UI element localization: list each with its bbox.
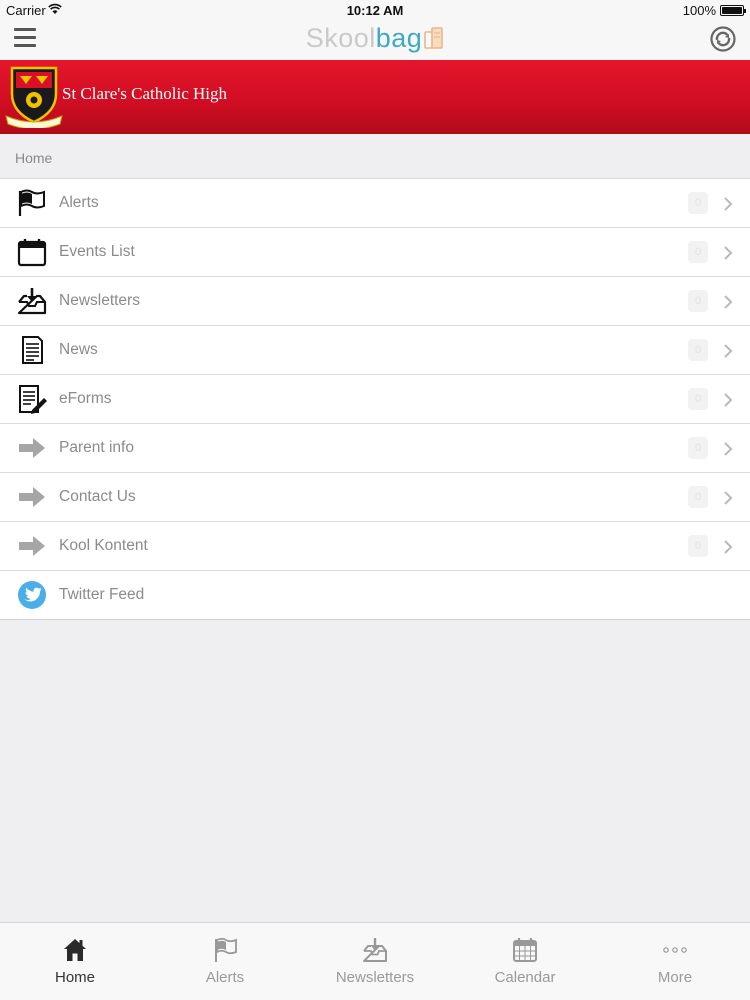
count-badge: 0 [688, 290, 708, 312]
more-dots-icon [663, 947, 687, 953]
count-badge: 0 [688, 388, 708, 410]
menu-item-label: Twitter Feed [59, 586, 145, 603]
clock: 10:12 AM [346, 3, 404, 18]
breadcrumb-home: Home [15, 150, 53, 166]
tab-label: Newsletters [335, 969, 415, 986]
books-logo-icon [424, 27, 444, 49]
count-badge: 0 [688, 192, 708, 214]
inbox-download-icon [17, 288, 47, 315]
chevron-right-icon [724, 197, 733, 211]
logo-text-skool: Skool [305, 23, 376, 53]
tab-more[interactable]: More [600, 923, 750, 1000]
flag-icon [18, 189, 45, 216]
count-badge: 0 [688, 241, 708, 263]
chevron-right-icon [724, 393, 733, 407]
arrow-right-icon [19, 487, 45, 507]
count-badge: 0 [688, 535, 708, 557]
school-banner: St Clare's Catholic High [0, 60, 750, 134]
menu-item-alerts[interactable]: Alerts 0 [0, 179, 750, 228]
calendar-grid-icon [513, 938, 537, 962]
status-bar: Carrier 10:12 AM 100% [0, 0, 750, 20]
skoolbag-logo: Skoolbag [0, 23, 750, 54]
tab-label: More [657, 969, 693, 986]
menu-item-contact-us[interactable]: Contact Us 0 [0, 473, 750, 522]
menu-item-label: Parent info [59, 439, 134, 456]
menu-item-news[interactable]: News 0 [0, 326, 750, 375]
menu-item-kool-kontent[interactable]: Kool Kontent 0 [0, 522, 750, 571]
arrow-right-icon [19, 536, 45, 556]
twitter-icon [18, 581, 46, 609]
tab-label: Alerts [205, 969, 245, 986]
school-name: St Clare's Catholic High [62, 84, 228, 103]
form-pen-icon [19, 385, 47, 414]
chevron-right-icon [724, 246, 733, 260]
battery-icon [720, 5, 746, 16]
tab-bar: Home Alerts Newsletters Calendar More [0, 922, 750, 1000]
home-icon [64, 939, 86, 961]
inbox-download-icon [363, 938, 387, 962]
breadcrumb: Home [0, 134, 750, 179]
tab-label: Calendar [494, 969, 556, 986]
calendar-icon [17, 239, 47, 267]
menu-item-newsletters[interactable]: Newsletters 0 [0, 277, 750, 326]
document-icon [22, 336, 43, 364]
chevron-right-icon [724, 344, 733, 358]
chevron-right-icon [724, 491, 733, 505]
refresh-icon[interactable] [710, 26, 736, 52]
count-badge: 0 [688, 339, 708, 361]
tab-calendar[interactable]: Calendar [450, 923, 600, 1000]
menu-item-twitter-feed[interactable]: Twitter Feed [0, 571, 750, 620]
tab-home[interactable]: Home [0, 923, 150, 1000]
nav-bar: Skoolbag [0, 20, 750, 60]
count-badge: 0 [688, 437, 708, 459]
menu-item-label: Events List [59, 243, 135, 260]
flag-icon [215, 937, 237, 962]
menu-item-events-list[interactable]: Events List 0 [0, 228, 750, 277]
menu-item-label: News [59, 341, 98, 358]
menu-item-label: Newsletters [59, 292, 140, 309]
chevron-right-icon [724, 540, 733, 554]
tab-label: Home [54, 969, 95, 986]
arrow-right-icon [19, 438, 45, 458]
menu-item-eforms[interactable]: eForms 0 [0, 375, 750, 424]
menu-item-label: Kool Kontent [59, 537, 148, 554]
count-badge: 0 [688, 486, 708, 508]
logo-text-bag: bag [375, 23, 423, 53]
menu-item-parent-info[interactable]: Parent info 0 [0, 424, 750, 473]
menu-item-label: Alerts [59, 194, 99, 211]
chevron-right-icon [724, 442, 733, 456]
menu-item-label: Contact Us [59, 488, 136, 505]
battery-percentage: 100% [682, 3, 716, 18]
school-crest-icon [5, 66, 63, 128]
menu-item-label: eForms [59, 390, 112, 407]
menu-list: Alerts 0 Events List 0 Newsletters 0 New… [0, 179, 750, 620]
tab-alerts[interactable]: Alerts [150, 923, 300, 1000]
chevron-right-icon [724, 295, 733, 309]
tab-newsletters[interactable]: Newsletters [300, 923, 450, 1000]
